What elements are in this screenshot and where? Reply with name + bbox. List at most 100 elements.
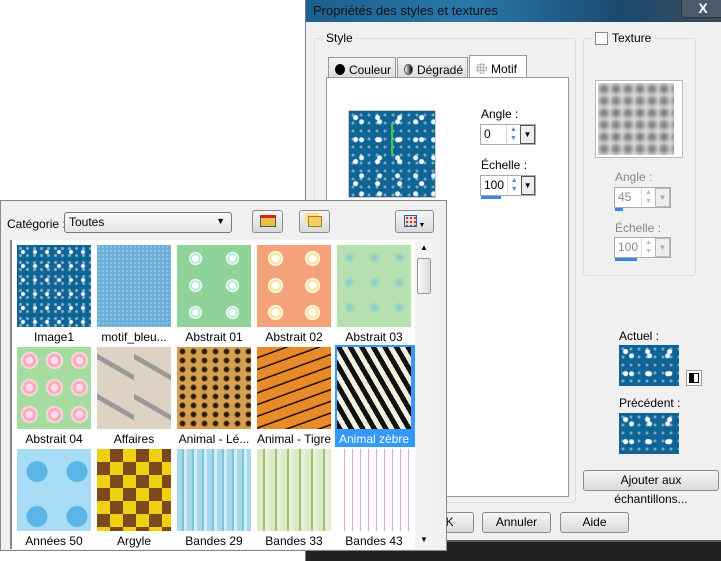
pattern-label: motif_bleu... xyxy=(101,330,167,344)
tab-couleur[interactable]: Couleur xyxy=(328,57,396,78)
cancel-button[interactable]: Annuler xyxy=(482,512,551,533)
pattern-grid: Image1 motif_bleu... Abstrait 01 Abstrait 0… xyxy=(10,240,415,549)
add-to-swatches-button[interactable]: Ajouter aux échantillons... xyxy=(583,470,719,506)
texture-angle-spinner[interactable]: 45 ▲ ▼ ▼ xyxy=(614,187,671,208)
pattern-thumbnail xyxy=(337,245,411,327)
pattern-thumbnail xyxy=(97,449,171,531)
dropdown-arrow-icon[interactable]: ▼ xyxy=(655,188,670,207)
previous-label: Précédent : xyxy=(619,396,681,410)
dropdown-arrow-icon[interactable]: ▼ xyxy=(655,238,670,257)
pattern-tile[interactable]: Argyle xyxy=(95,447,175,549)
pattern-tile[interactable]: Abstrait 01 xyxy=(175,243,255,345)
tab-motif[interactable]: Motif xyxy=(469,55,527,78)
pattern-thumbnail xyxy=(257,449,331,531)
texture-scale-input[interactable]: 100 xyxy=(615,238,641,257)
pattern-label: Bandes 43 xyxy=(345,534,403,548)
texture-checkbox[interactable] xyxy=(595,31,608,45)
texture-scale-slider[interactable] xyxy=(615,258,637,261)
pattern-label: Animal - Lé... xyxy=(178,432,250,446)
scroll-down-icon[interactable]: ▼ xyxy=(420,535,428,544)
spin-arrows[interactable]: ▲ ▼ xyxy=(641,188,655,207)
pattern-thumbnail xyxy=(257,245,331,327)
pattern-label: Image1 xyxy=(33,330,75,344)
pattern-tile[interactable]: Image1 xyxy=(15,243,95,345)
texture-scale-spinner[interactable]: 100 ▲ ▼ ▼ xyxy=(614,237,671,258)
pattern-tile[interactable]: motif_bleu... xyxy=(95,243,175,345)
pattern-tile[interactable]: Bandes 43 xyxy=(335,447,415,549)
pattern-tile[interactable]: Animal - Lé... xyxy=(175,345,255,447)
pattern-tile[interactable]: Affaires xyxy=(95,345,175,447)
pattern-label: Argyle xyxy=(116,534,151,548)
category-select[interactable]: Toutes ▼ xyxy=(64,212,232,233)
dropdown-arrow-icon[interactable]: ▼ xyxy=(520,125,535,144)
tab-degrade[interactable]: Dégradé xyxy=(397,57,468,78)
category-label: Catégorie : xyxy=(7,217,66,231)
current-swatch xyxy=(619,345,679,386)
spin-arrows[interactable]: ▲ ▼ xyxy=(507,176,520,195)
texture-angle-label: Angle : xyxy=(615,170,653,184)
dropdown-arrow-icon[interactable]: ▼ xyxy=(520,176,535,195)
scale-label: Échelle : xyxy=(481,158,528,172)
pattern-tile[interactable]: Bandes 29 xyxy=(175,447,255,549)
pattern-label: Affaires xyxy=(113,432,155,446)
gradient-icon xyxy=(404,64,413,75)
spin-arrows[interactable]: ▲ ▼ xyxy=(506,125,520,144)
scale-input[interactable]: 100 xyxy=(481,176,507,195)
pattern-label: Bandes 33 xyxy=(265,534,323,548)
grid-view-icon xyxy=(403,215,417,227)
pattern-icon xyxy=(476,63,487,74)
pattern-label: Années 50 xyxy=(25,534,83,548)
swap-icon[interactable] xyxy=(686,370,702,386)
pattern-thumbnail xyxy=(337,449,411,531)
scale-slider[interactable] xyxy=(481,196,501,199)
title-bar: Propriétés des styles et textures X xyxy=(306,0,721,22)
pattern-preview[interactable] xyxy=(348,110,436,198)
angle-handle[interactable] xyxy=(391,123,393,155)
folders-icon xyxy=(307,216,322,227)
scrollbar-thumb[interactable] xyxy=(417,258,431,294)
angle-input[interactable]: 0 xyxy=(481,125,506,144)
scrollbar[interactable]: ▲ ▼ xyxy=(415,240,433,549)
pattern-label: Animal zèbre xyxy=(338,432,410,446)
pattern-tile[interactable]: Animal - Tigre xyxy=(255,345,335,447)
pattern-tile[interactable]: Bandes 33 xyxy=(255,447,335,549)
checklist-icon xyxy=(259,215,276,227)
pattern-label: Abstrait 03 xyxy=(345,330,403,344)
pattern-tile[interactable]: Animal zèbre xyxy=(335,345,415,447)
pattern-tile[interactable]: Abstrait 02 xyxy=(255,243,335,345)
scroll-up-icon[interactable]: ▲ xyxy=(420,243,428,252)
scale-spinner[interactable]: 100 ▲ ▼ ▼ xyxy=(480,175,536,196)
pattern-label: Abstrait 04 xyxy=(25,432,83,446)
pattern-tile[interactable]: Abstrait 04 xyxy=(15,345,95,447)
style-group-label: Style xyxy=(323,31,356,45)
pattern-tile[interactable]: Années 50 xyxy=(15,447,95,549)
pattern-label: Abstrait 02 xyxy=(265,330,323,344)
current-label: Actuel : xyxy=(619,329,660,343)
pattern-thumbnail xyxy=(97,347,171,429)
texture-toggle[interactable]: Texture xyxy=(592,31,655,45)
texture-scale-label: Échelle : xyxy=(615,221,662,235)
pattern-thumbnail xyxy=(177,245,251,327)
solid-color-icon xyxy=(335,64,345,75)
close-button[interactable]: X xyxy=(681,0,721,18)
pattern-tile[interactable]: Abstrait 03 xyxy=(335,243,415,345)
texture-angle-input[interactable]: 45 xyxy=(615,188,641,207)
pattern-thumbnail xyxy=(177,347,251,429)
open-folder-button[interactable] xyxy=(299,210,330,233)
pattern-thumbnail xyxy=(17,347,91,429)
chevron-down-icon: ▼ xyxy=(216,216,225,226)
pattern-thumbnail xyxy=(337,347,411,429)
help-button[interactable]: Aide xyxy=(560,512,629,533)
texture-preview[interactable] xyxy=(595,80,683,158)
view-options-button[interactable]: ▼ xyxy=(395,210,434,233)
previous-swatch[interactable] xyxy=(619,413,679,454)
spin-arrows[interactable]: ▲ ▼ xyxy=(641,238,655,257)
pattern-thumbnail xyxy=(17,449,91,531)
pattern-manager-button[interactable] xyxy=(252,210,283,233)
pattern-label: Animal - Tigre xyxy=(256,432,332,446)
angle-spinner[interactable]: 0 ▲ ▼ ▼ xyxy=(480,124,536,145)
pattern-picker-popup: Catégorie : Toutes ▼ ▼ Image1 motif_bleu.… xyxy=(0,200,447,551)
pattern-thumbnail xyxy=(177,449,251,531)
texture-angle-slider[interactable] xyxy=(615,208,623,211)
pattern-label: Abstrait 01 xyxy=(185,330,243,344)
